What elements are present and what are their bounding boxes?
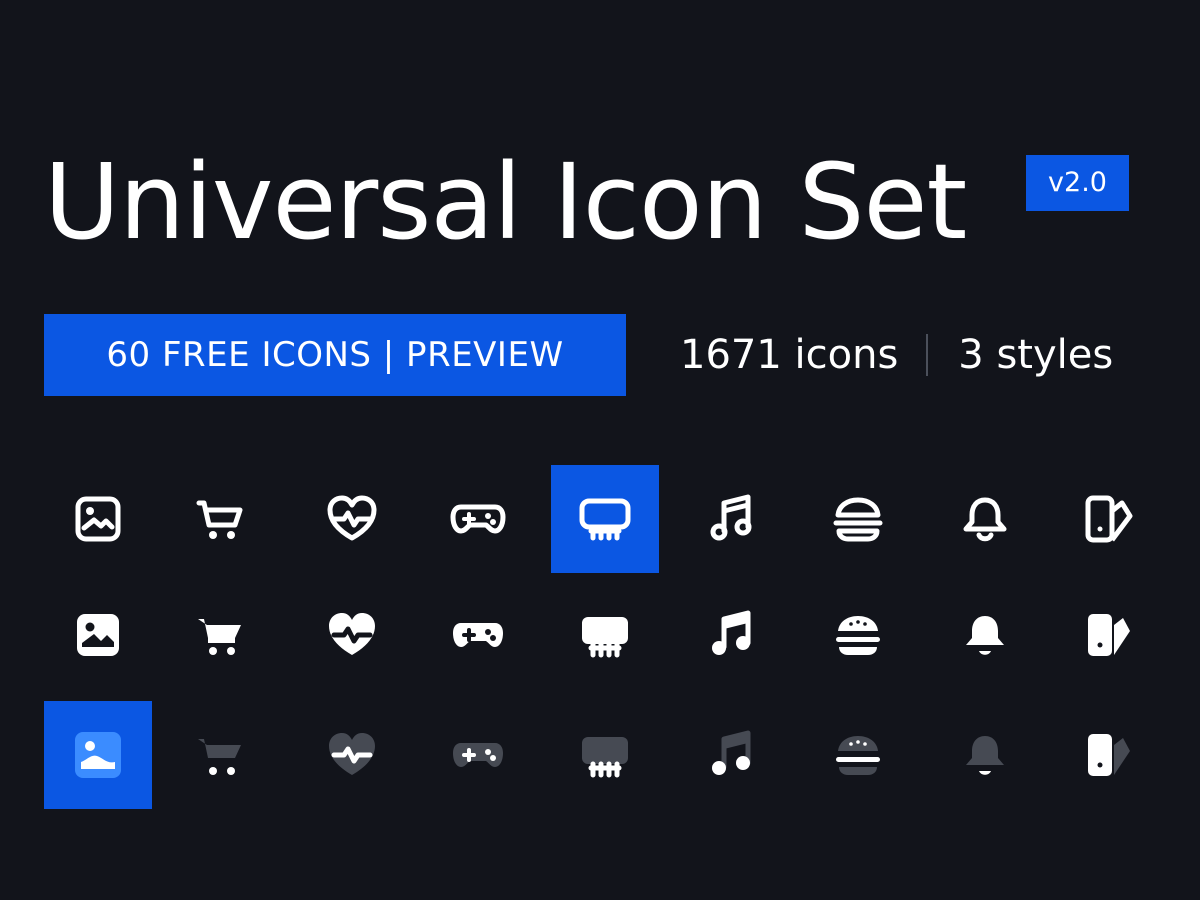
free-icons-badge: 60 FREE ICONS | PREVIEW [44, 314, 626, 396]
outline-shopping-cart-icon [166, 465, 274, 573]
outline-music-note-icon [678, 465, 786, 573]
outline-burger-icon [804, 465, 912, 573]
solid-swatches-icon [1055, 581, 1163, 689]
solid-shopping-cart-icon [166, 581, 274, 689]
duotone-burger-icon [804, 701, 912, 809]
duotone-image-icon-highlighted [44, 701, 152, 809]
outline-gamepad-icon [424, 465, 532, 573]
stats-divider [926, 334, 929, 376]
solid-image-icon [44, 581, 152, 689]
outline-heartbeat-icon [298, 465, 406, 573]
outline-bell-icon [931, 465, 1039, 573]
duotone-music-note-icon [678, 701, 786, 809]
solid-heartbeat-icon [298, 581, 406, 689]
icon-count: 1671 icons [680, 332, 899, 378]
stats-row: 1671 icons 3 styles [680, 326, 1113, 384]
duotone-swatches-icon [1055, 701, 1163, 809]
solid-keyboard-icon [551, 581, 659, 689]
duotone-shopping-cart-icon [166, 701, 274, 809]
version-badge: v2.0 [1026, 155, 1129, 211]
duotone-gamepad-icon [424, 701, 532, 809]
page-title: Universal Icon Set [44, 141, 967, 263]
duotone-bell-icon [931, 701, 1039, 809]
solid-gamepad-icon [424, 581, 532, 689]
outline-swatches-icon [1055, 465, 1163, 573]
outline-keyboard-icon-highlighted [551, 465, 659, 573]
solid-burger-icon [804, 581, 912, 689]
solid-music-note-icon [678, 581, 786, 689]
duotone-heartbeat-icon [298, 701, 406, 809]
solid-bell-icon [931, 581, 1039, 689]
duotone-keyboard-icon [551, 701, 659, 809]
style-count: 3 styles [958, 332, 1114, 378]
outline-image-icon [44, 465, 152, 573]
